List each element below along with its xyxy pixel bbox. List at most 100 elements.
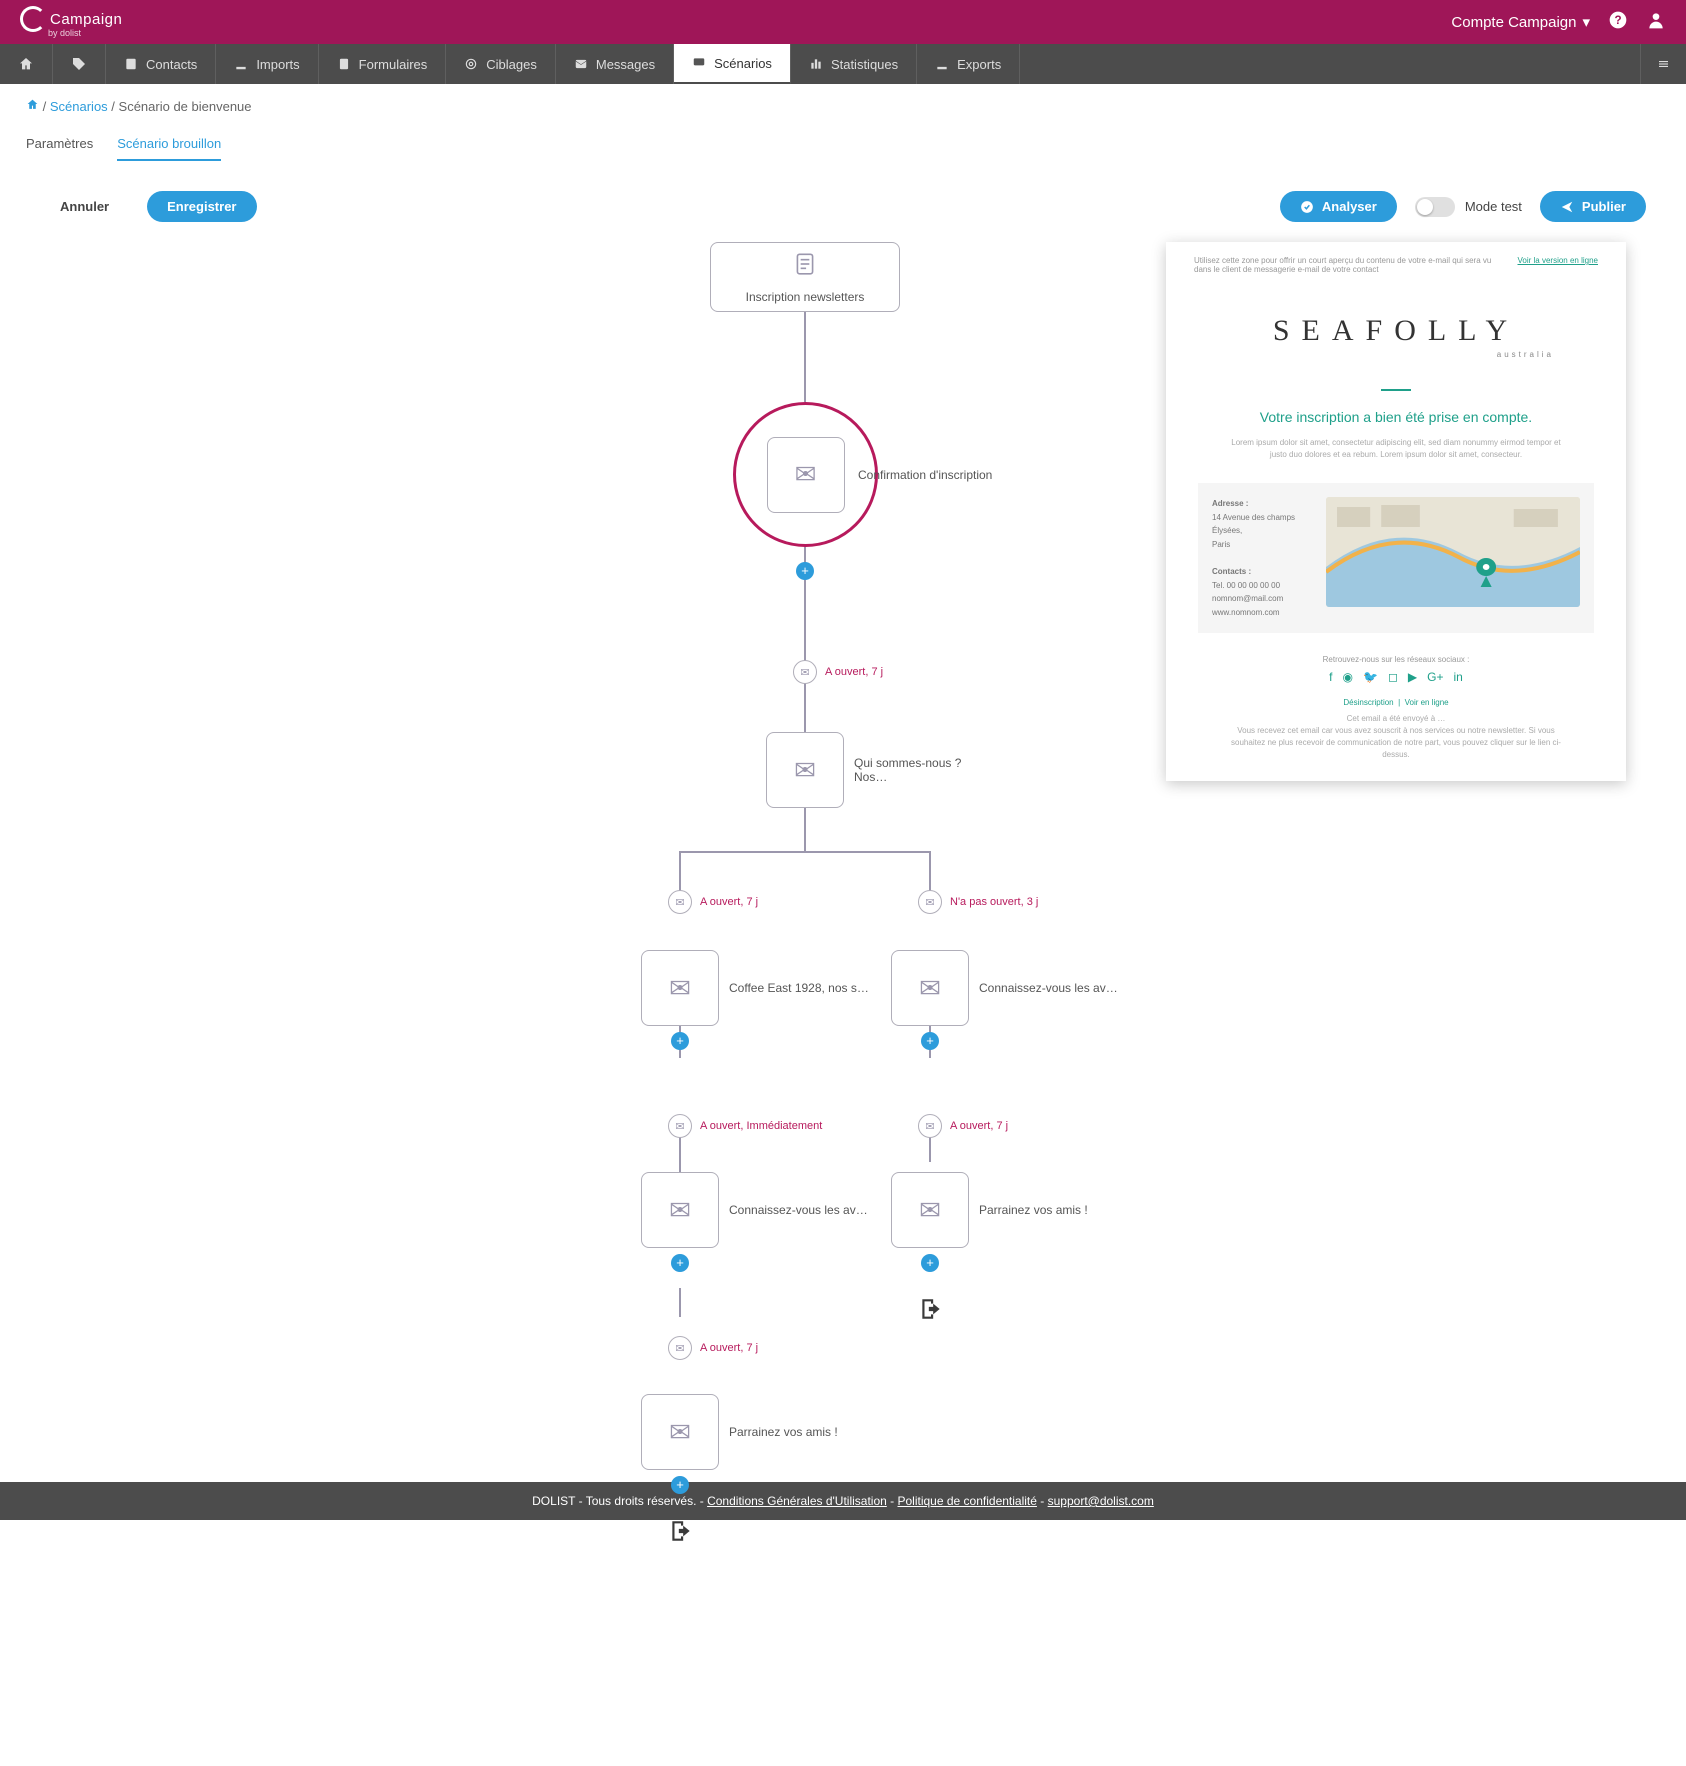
breadcrumb-current: Scénario de bienvenue — [119, 99, 252, 114]
condition-left-opened[interactable]: ✉ A ouvert, 7 j — [668, 890, 758, 914]
right1-node[interactable]: ✉ Connaissez-vous les av… — [891, 950, 1118, 1026]
svg-text:?: ? — [1614, 14, 1621, 27]
account-menu[interactable]: Compte Campaign ▾ — [1451, 13, 1590, 31]
confirm-node[interactable]: ✉ Confirmation d'inscription — [733, 402, 992, 547]
condition-left3-opened[interactable]: ✉ A ouvert, 7 j — [668, 1336, 758, 1360]
breadcrumb-home[interactable] — [26, 99, 39, 114]
open-mail-icon: ✉ — [925, 896, 934, 909]
tab-scenario-brouillon[interactable]: Scénario brouillon — [117, 128, 221, 161]
nav-scenarios[interactable]: Scénarios — [674, 44, 791, 84]
tabs: Paramètres Scénario brouillon — [0, 128, 1686, 161]
right2-node[interactable]: ✉ Parrainez vos amis ! — [891, 1172, 1088, 1248]
action-bar: Annuler Enregistrer Analyser Mode test P… — [0, 161, 1686, 232]
breadcrumb-root[interactable]: Scénarios — [50, 99, 108, 114]
account-label: Compte Campaign — [1451, 14, 1576, 31]
nav-contacts[interactable]: Contacts — [106, 44, 216, 84]
open-mail-icon: ✉ — [675, 1342, 684, 1355]
mail-icon: ✉ — [669, 973, 691, 1004]
topbar: Campaign by dolist Compte Campaign ▾ ? — [0, 0, 1686, 44]
mail-icon: ✉ — [919, 973, 941, 1004]
preview-disclaim2: Vous recevez cet email car vous avez sou… — [1198, 725, 1594, 761]
facebook-icon[interactable]: f — [1329, 670, 1332, 684]
chevron-down-icon: ▾ — [1582, 13, 1590, 31]
nav-exports[interactable]: Exports — [917, 44, 1020, 84]
footer-cgu-link[interactable]: Conditions Générales d'Utilisation — [707, 1494, 887, 1508]
publish-button[interactable]: Publier — [1540, 191, 1646, 222]
selected-ring: ✉ — [733, 402, 878, 547]
who-node[interactable]: ✉ Qui sommes-nous ? Nos… — [766, 732, 994, 808]
mode-test-toggle[interactable] — [1415, 197, 1455, 217]
navbar: Contacts Imports Formulaires Ciblages Me… — [0, 44, 1686, 84]
check-circle-icon — [1300, 200, 1314, 214]
confirm-label: Confirmation d'inscription — [858, 468, 992, 482]
user-icon[interactable] — [1646, 10, 1666, 34]
preview-disclaim1: Cet email a été envoyé à … — [1198, 713, 1594, 725]
nav-hamburger[interactable] — [1640, 44, 1686, 84]
nav-ciblages[interactable]: Ciblages — [446, 44, 556, 84]
preview-brand-sub: australia — [1198, 350, 1594, 359]
googleplus-icon[interactable]: G+ — [1427, 670, 1443, 684]
condition-opened-7d[interactable]: ✉ A ouvert, 7 j — [793, 660, 883, 684]
nav-tags[interactable] — [53, 44, 106, 84]
add-step-button[interactable]: + — [671, 1032, 689, 1050]
left1-label: Coffee East 1928, nos s… — [729, 981, 869, 995]
preview-lorem: Lorem ipsum dolor sit amet, consectetur … — [1198, 437, 1594, 461]
logo-text: Campaign — [50, 11, 122, 28]
linkedin-icon[interactable]: in — [1453, 670, 1462, 684]
social-icons: f ◉ 🐦 ◻ ▶ G+ in — [1198, 670, 1594, 684]
who-label: Qui sommes-nous ? Nos… — [854, 756, 994, 784]
cancel-button[interactable]: Annuler — [40, 191, 129, 222]
map-icon — [1326, 497, 1580, 607]
nav-imports[interactable]: Imports — [216, 44, 318, 84]
flow-canvas[interactable]: Inscription newsletters ✉ Confirmation d… — [0, 232, 1686, 1462]
send-icon — [1560, 200, 1574, 214]
add-step-button[interactable]: + — [671, 1476, 689, 1494]
preview-headline: Votre inscription a bien été prise en co… — [1198, 409, 1594, 425]
start-node[interactable]: Inscription newsletters — [710, 242, 900, 312]
save-button[interactable]: Enregistrer — [147, 191, 256, 222]
help-icon[interactable]: ? — [1608, 10, 1628, 34]
view-online-link[interactable]: Voir la version en ligne — [1518, 256, 1599, 274]
left1-node[interactable]: ✉ Coffee East 1928, nos s… — [641, 950, 869, 1026]
open-mail-icon: ✉ — [800, 666, 809, 679]
tab-parametres[interactable]: Paramètres — [26, 128, 93, 161]
nav-statistiques[interactable]: Statistiques — [791, 44, 917, 84]
left3-label: Parrainez vos amis ! — [729, 1425, 838, 1439]
email-preview: Utilisez cette zone pour offrir un court… — [1166, 242, 1626, 781]
logo-mark-icon — [20, 6, 46, 32]
add-step-button[interactable]: + — [921, 1254, 939, 1272]
mode-test-label: Mode test — [1465, 199, 1522, 214]
mail-icon: ✉ — [669, 1195, 691, 1226]
logo-subtext: by dolist — [48, 28, 122, 38]
page-footer: DOLIST - Tous droits réservés. - Conditi… — [0, 1482, 1686, 1520]
condition-left-immediate[interactable]: ✉ A ouvert, Immédiatement — [668, 1114, 822, 1138]
condition-right-opened-7d[interactable]: ✉ A ouvert, 7 j — [918, 1114, 1008, 1138]
left2-node[interactable]: ✉ Connaissez-vous les av… — [641, 1172, 868, 1248]
add-step-button[interactable]: + — [671, 1254, 689, 1272]
condition-right-not-opened[interactable]: ✉ N'a pas ouvert, 3 j — [918, 890, 1038, 914]
add-step-button[interactable]: + — [921, 1032, 939, 1050]
preview-note: Utilisez cette zone pour offrir un court… — [1194, 256, 1518, 274]
open-mail-icon: ✉ — [675, 896, 684, 909]
right2-label: Parrainez vos amis ! — [979, 1203, 1088, 1217]
left3-node[interactable]: ✉ Parrainez vos amis ! — [641, 1394, 838, 1470]
pinterest-icon[interactable]: ◉ — [1343, 670, 1353, 684]
view-online-link2[interactable]: Voir en ligne — [1405, 698, 1449, 707]
nav-messages[interactable]: Messages — [556, 44, 674, 84]
preview-contact-block: Adresse : 14 Avenue des champs Élysées, … — [1198, 483, 1594, 633]
preview-brand: SEAFOLLY — [1198, 314, 1594, 348]
mail-icon: ✉ — [919, 1195, 941, 1226]
right1-label: Connaissez-vous les av… — [979, 981, 1118, 995]
youtube-icon[interactable]: ▶ — [1408, 670, 1417, 684]
twitter-icon[interactable]: 🐦 — [1363, 670, 1378, 684]
add-step-button[interactable]: + — [796, 562, 814, 580]
nav-home[interactable] — [0, 44, 53, 84]
analyze-button[interactable]: Analyser — [1280, 191, 1397, 222]
mail-icon: ✉ — [795, 459, 817, 490]
footer-privacy-link[interactable]: Politique de confidentialité — [898, 1494, 1037, 1508]
footer-support-link[interactable]: support@dolist.com — [1048, 1494, 1154, 1508]
nav-formulaires[interactable]: Formulaires — [319, 44, 447, 84]
instagram-icon[interactable]: ◻ — [1388, 670, 1398, 684]
logo: Campaign by dolist — [20, 6, 122, 38]
unsubscribe-link[interactable]: Désinscription — [1343, 698, 1393, 707]
